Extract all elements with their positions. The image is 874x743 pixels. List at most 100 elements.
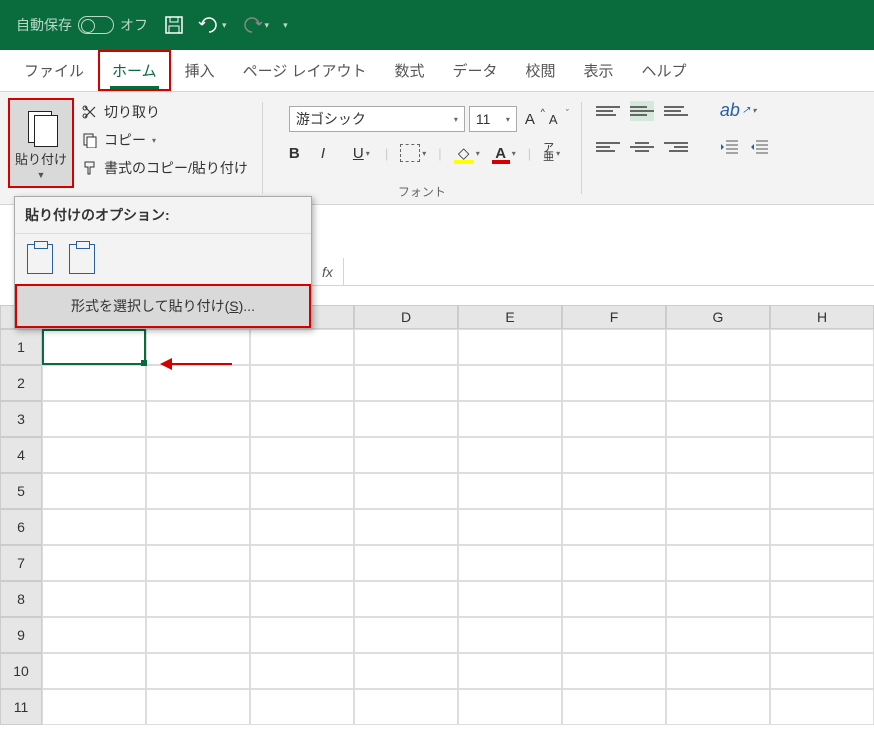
row-header[interactable]: 8 (0, 581, 42, 617)
paste-button[interactable]: 貼り付け ▼ (8, 98, 74, 188)
clipboard-small-buttons: 切り取り コピー ▾ 書式のコピー/貼り付け (82, 98, 248, 198)
separator (581, 102, 582, 194)
outdent-icon (720, 139, 740, 155)
italic-button[interactable]: I (321, 145, 341, 162)
bold-button[interactable]: B (289, 145, 309, 162)
row-header[interactable]: 9 (0, 617, 42, 653)
cells-area[interactable] (42, 329, 874, 725)
chevron-down-icon: ▾ (454, 115, 458, 124)
tab-file[interactable]: ファイル (10, 50, 98, 91)
redo-button[interactable]: ▾ (241, 15, 270, 35)
title-bar: 自動保存 オフ ▾ ▾ ▾ (0, 0, 874, 50)
font-name-select[interactable]: 游ゴシック ▾ (289, 106, 465, 132)
tab-insert[interactable]: 挿入 (171, 50, 229, 91)
formula-input[interactable] (344, 258, 874, 285)
chevron-down-icon: ▾ (506, 115, 510, 124)
border-icon (400, 144, 420, 162)
chevron-down-icon: ▾ (752, 106, 756, 115)
font-color-button[interactable]: A▾ (492, 145, 516, 162)
paste-option-1[interactable] (27, 244, 53, 274)
orientation-button[interactable]: ab↗▾ (720, 100, 756, 121)
separator (262, 102, 263, 194)
undo-button[interactable]: ▾ (198, 15, 227, 35)
copy-label: コピー (104, 130, 146, 150)
col-header[interactable]: E (458, 305, 562, 329)
align-middle-button[interactable] (630, 101, 654, 121)
chevron-down-icon: ▾ (366, 149, 370, 158)
font-group-label: フォント (269, 183, 575, 200)
decrease-font-button[interactable]: Aˇ (545, 110, 565, 129)
paste-special-menu-item[interactable]: 形式を選択して貼り付け(S)... (15, 284, 311, 328)
decrease-indent-button[interactable] (720, 139, 740, 155)
fx-label[interactable]: fx (312, 258, 344, 285)
tab-data[interactable]: データ (438, 50, 511, 91)
underline-button[interactable]: U▾ (353, 145, 373, 162)
format-painter-button[interactable]: 書式のコピー/貼り付け (82, 158, 248, 178)
phonetic-button[interactable]: ア 亜 ▾ (543, 144, 563, 162)
row-header[interactable]: 7 (0, 545, 42, 581)
active-cell-a1[interactable] (42, 329, 146, 365)
font-group: 游ゴシック ▾ 11 ▾ A^ Aˇ B I U▾ | ▾ | ◇▾ A▾ | … (269, 92, 575, 204)
cut-label: 切り取り (104, 102, 160, 122)
format-painter-label: 書式のコピー/貼り付け (104, 158, 248, 178)
align-right-button[interactable] (664, 137, 688, 157)
copy-button[interactable]: コピー ▾ (82, 130, 248, 150)
paste-icon (24, 107, 58, 147)
chevron-down-icon: ▾ (222, 20, 227, 31)
save-button[interactable] (164, 15, 184, 35)
row-header[interactable]: 6 (0, 509, 42, 545)
fill-color-button[interactable]: ◇▾ (454, 144, 480, 162)
alignment-group: ab↗▾ (588, 92, 778, 204)
font-name-value: 游ゴシック (296, 109, 366, 129)
paste-options-menu: 貼り付けのオプション: 形式を選択して貼り付け(S)... (14, 196, 312, 329)
autosave-label: 自動保存 (16, 15, 72, 35)
font-color-icon: A (492, 145, 510, 162)
scissors-icon (82, 104, 98, 120)
chevron-down-icon: ▼ (37, 170, 46, 180)
save-icon (164, 15, 184, 35)
col-header[interactable]: H (770, 305, 874, 329)
align-center-button[interactable] (630, 137, 654, 157)
col-header[interactable]: D (354, 305, 458, 329)
increase-indent-button[interactable] (750, 139, 770, 155)
paste-options-header: 貼り付けのオプション: (15, 197, 311, 234)
col-header[interactable]: F (562, 305, 666, 329)
brush-icon (82, 160, 98, 176)
align-top-button[interactable] (596, 101, 620, 121)
row-header[interactable]: 4 (0, 437, 42, 473)
border-button[interactable]: ▾ (400, 144, 426, 162)
row-header[interactable]: 2 (0, 365, 42, 401)
align-left-button[interactable] (596, 137, 620, 157)
row-header[interactable]: 11 (0, 689, 42, 725)
toggle-icon (78, 16, 114, 34)
arrow-head-icon (160, 358, 172, 370)
tab-formulas[interactable]: 数式 (380, 50, 438, 91)
col-header[interactable]: G (666, 305, 770, 329)
increase-font-button[interactable]: A^ (521, 109, 541, 130)
chevron-down-icon: ▾ (476, 149, 480, 158)
tab-view[interactable]: 表示 (570, 50, 628, 91)
cut-button[interactable]: 切り取り (82, 102, 248, 122)
row-header[interactable]: 1 (0, 329, 42, 365)
align-bottom-button[interactable] (664, 101, 688, 121)
chevron-down-icon: ▾ (265, 20, 270, 31)
row-header[interactable]: 3 (0, 401, 42, 437)
undo-icon (198, 15, 220, 35)
tab-page-layout[interactable]: ページ レイアウト (229, 50, 381, 91)
clipboard-group: 貼り付け ▼ 切り取り コピー ▾ 書式のコピー/貼り付け (0, 92, 256, 204)
font-size-select[interactable]: 11 ▾ (469, 106, 517, 132)
paste-option-2[interactable] (69, 244, 95, 274)
autosave-toggle[interactable]: 自動保存 オフ (16, 15, 148, 35)
tab-help[interactable]: ヘルプ (628, 50, 701, 91)
chevron-down-icon: ▾ (512, 149, 516, 158)
tab-review[interactable]: 校閲 (512, 50, 570, 91)
qat-customize[interactable]: ▾ (283, 20, 288, 31)
quick-access-toolbar: ▾ ▾ ▾ (164, 15, 288, 35)
indent-icon (750, 139, 770, 155)
row-header[interactable]: 10 (0, 653, 42, 689)
ribbon: 貼り付け ▼ 切り取り コピー ▾ 書式のコピー/貼り付け 游ゴシック ▾ (0, 92, 874, 205)
tab-home[interactable]: ホーム (98, 50, 171, 91)
row-header[interactable]: 5 (0, 473, 42, 509)
font-size-value: 11 (476, 111, 491, 127)
spreadsheet-grid: A B C D E F G H 1 2 3 4 5 6 7 8 9 10 11 (0, 305, 874, 743)
